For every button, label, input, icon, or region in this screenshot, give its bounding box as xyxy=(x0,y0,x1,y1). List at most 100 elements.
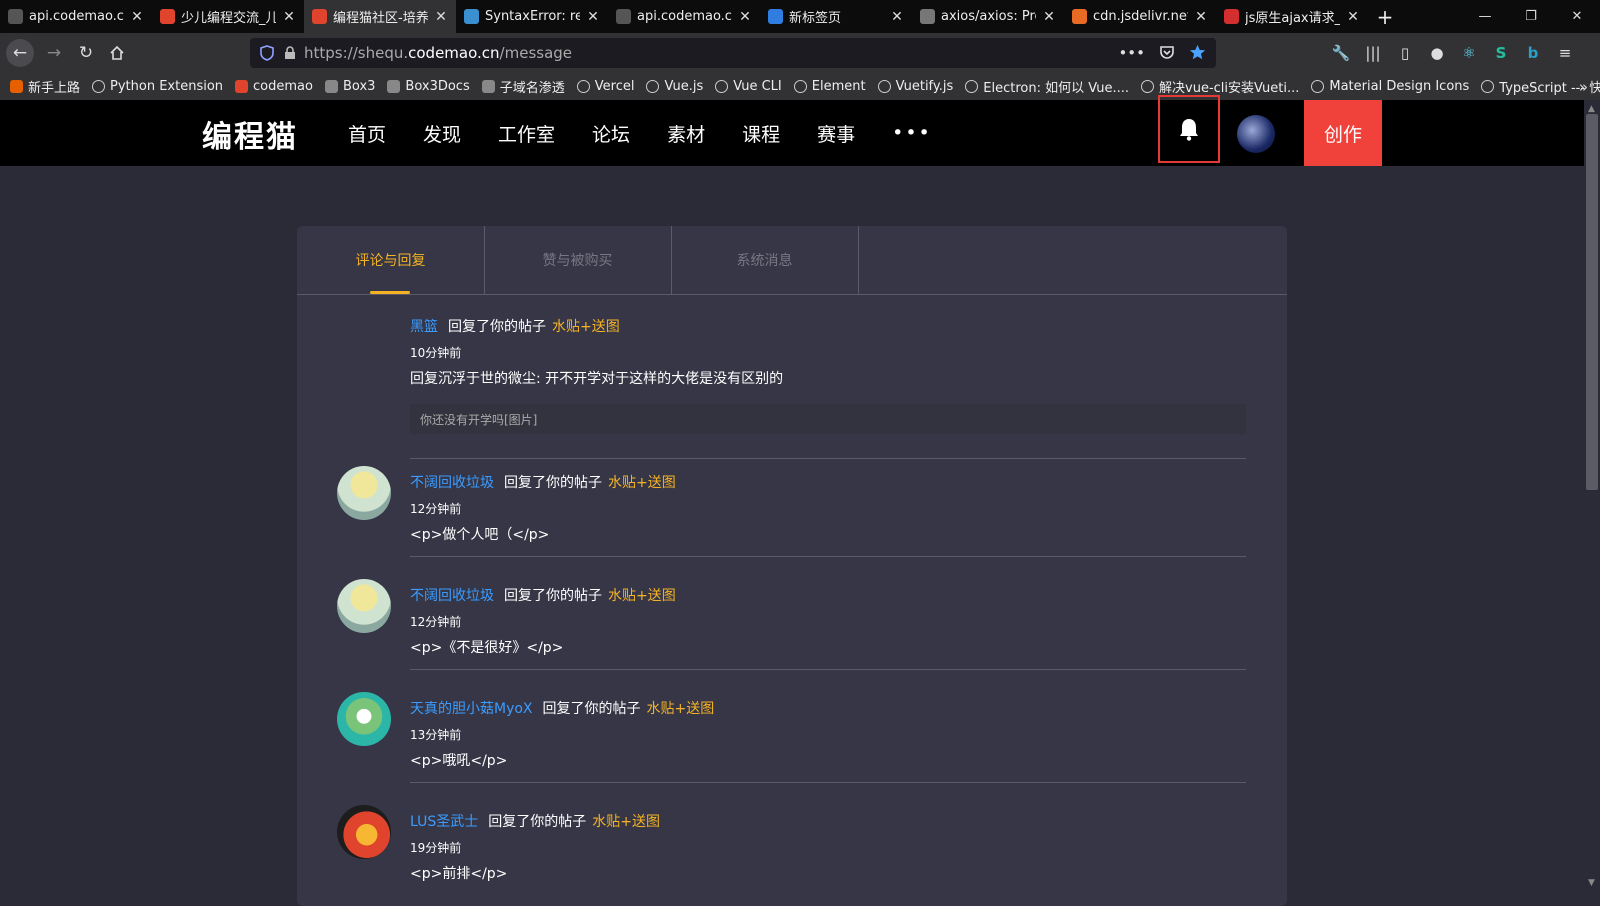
close-tab-icon[interactable]: ✕ xyxy=(282,9,296,25)
close-tab-icon[interactable]: ✕ xyxy=(1346,9,1360,25)
reload-button[interactable]: ↻ xyxy=(72,39,100,67)
browser-tab[interactable]: axios/axios: Pro ✕ xyxy=(912,0,1064,33)
favicon-icon xyxy=(1224,9,1239,24)
page-actions-icon[interactable]: ••• xyxy=(1118,44,1145,62)
close-window-button[interactable]: ✕ xyxy=(1554,0,1600,33)
url-bar[interactable]: https://shequ. codemao.cn/message ••• xyxy=(250,38,1216,68)
close-tab-icon[interactable]: ✕ xyxy=(738,9,752,25)
nav-item[interactable]: 赛事 xyxy=(817,120,855,147)
bookmark-item[interactable]: Box3 xyxy=(324,79,375,94)
browser-tab-title: 少儿编程交流_儿 xyxy=(181,11,276,26)
browser-tab[interactable]: 编程猫社区-培养 ✕ xyxy=(304,0,456,33)
react-devtools-icon[interactable]: ⚛ xyxy=(1460,39,1478,67)
scroll-up-icon[interactable]: ▲ xyxy=(1588,104,1595,114)
bookmark-label: Vercel xyxy=(594,79,635,94)
notification-button[interactable] xyxy=(1158,95,1220,163)
browser-tab[interactable]: js原生ajax请求_ ✕ xyxy=(1216,0,1368,33)
message-username[interactable]: 黑篮 xyxy=(410,319,438,335)
bookmark-item[interactable]: Vue CLI xyxy=(715,79,782,94)
bookmark-item[interactable]: Element xyxy=(793,79,866,94)
tab-comments-replies[interactable]: 评论与回复 xyxy=(297,226,485,294)
message-username[interactable]: LUS圣武士 xyxy=(410,814,478,830)
new-tab-button[interactable]: + xyxy=(1368,0,1402,33)
message-quote: 你还没有开学吗[图片] xyxy=(410,404,1246,434)
bookmark-item[interactable]: codemao xyxy=(235,79,313,94)
tab-system-messages[interactable]: 系统消息 xyxy=(671,226,859,294)
avatar[interactable] xyxy=(337,692,391,746)
library-icon[interactable]: ||| xyxy=(1364,39,1382,67)
back-button[interactable]: ← xyxy=(6,39,34,67)
scrollbar-thumb[interactable] xyxy=(1586,114,1598,490)
globe-icon xyxy=(877,80,891,93)
close-tab-icon[interactable]: ✕ xyxy=(434,9,448,25)
bookmark-star-icon[interactable] xyxy=(1189,44,1206,61)
nav-item[interactable]: 论坛 xyxy=(592,120,630,147)
menu-icon[interactable]: ≡ xyxy=(1556,39,1574,67)
message-post-link[interactable]: 水贴+送图 xyxy=(592,814,660,830)
nav-item[interactable]: 发现 xyxy=(423,120,461,147)
avatar[interactable] xyxy=(337,579,391,633)
message-post-link[interactable]: 水贴+送图 xyxy=(608,588,676,604)
nav-more-icon[interactable]: ••• xyxy=(892,122,932,144)
bookmark-item[interactable]: Vuetify.js xyxy=(877,79,953,94)
bookmark-label: 新手上路 xyxy=(28,81,81,96)
bookmark-item[interactable]: Electron: 如何以 Vue.... xyxy=(965,77,1129,96)
close-tab-icon[interactable]: ✕ xyxy=(130,9,144,25)
user-avatar[interactable] xyxy=(1237,115,1275,153)
bookmarks-overflow-icon[interactable]: » xyxy=(1579,78,1588,96)
close-tab-icon[interactable]: ✕ xyxy=(1042,9,1056,25)
bookmark-item[interactable]: Vue.js xyxy=(646,79,703,94)
bookmark-label: Electron: 如何以 Vue.... xyxy=(983,81,1130,96)
nav-item[interactable]: 工作室 xyxy=(498,120,555,147)
bookmark-label: Box3Docs xyxy=(405,79,470,94)
nav-item[interactable]: 课程 xyxy=(742,120,780,147)
nav-item[interactable]: 首页 xyxy=(348,120,386,147)
browser-tab[interactable]: cdn.jsdelivr.net/ ✕ xyxy=(1064,0,1216,33)
wrench-icon[interactable]: 🔧 xyxy=(1332,39,1351,67)
bookmark-item[interactable]: Python Extension xyxy=(92,79,223,94)
box3docs-icon xyxy=(387,80,401,93)
message-post-link[interactable]: 水贴+送图 xyxy=(647,701,715,717)
shield-icon xyxy=(260,45,274,61)
url-path: /message xyxy=(499,44,573,62)
avatar[interactable] xyxy=(337,466,391,520)
message-username[interactable]: 不阔回收垃圾 xyxy=(410,588,494,604)
close-tab-icon[interactable]: ✕ xyxy=(586,9,600,25)
nav-item[interactable]: 素材 xyxy=(667,120,705,147)
minimize-button[interactable]: — xyxy=(1462,0,1508,33)
message-username[interactable]: 不阔回收垃圾 xyxy=(410,475,494,491)
close-tab-icon[interactable]: ✕ xyxy=(890,9,904,25)
home-button[interactable] xyxy=(103,39,131,67)
browser-tab[interactable]: 新标签页 ✕ xyxy=(760,0,912,33)
browser-tab[interactable]: SyntaxError: red ✕ xyxy=(456,0,608,33)
favicon-icon xyxy=(160,9,175,24)
bookmark-label: codemao xyxy=(253,79,313,94)
browser-tab[interactable]: api.codemao.cn/wel ✕ xyxy=(0,0,152,33)
bookmark-item[interactable]: 解决vue-cli安装Vueti... xyxy=(1141,77,1299,96)
close-tab-icon[interactable]: ✕ xyxy=(1194,9,1208,25)
restore-button[interactable]: ❐ xyxy=(1508,0,1554,33)
bookmark-item[interactable]: 新手上路 xyxy=(10,77,80,96)
bookmark-item[interactable]: Material Design Icons xyxy=(1311,79,1469,94)
browser-tab[interactable]: 少儿编程交流_儿 ✕ xyxy=(152,0,304,33)
avatar[interactable] xyxy=(337,805,391,859)
browser-tab[interactable]: api.codemao.cn/wel ✕ xyxy=(608,0,760,33)
bookmark-item[interactable]: Box3Docs xyxy=(387,79,470,94)
create-button[interactable]: 创作 xyxy=(1304,100,1382,166)
bing-icon[interactable]: b xyxy=(1524,39,1542,67)
tab-likes-purchases[interactable]: 赞与被购买 xyxy=(484,226,672,294)
bookmark-item[interactable]: 子域名渗透 xyxy=(481,77,565,96)
extension-s-icon[interactable]: S xyxy=(1492,39,1510,67)
message-post-link[interactable]: 水贴+送图 xyxy=(552,319,620,335)
bookmark-item[interactable]: Vercel xyxy=(576,79,635,94)
forward-button[interactable]: → xyxy=(40,39,68,67)
message-post-link[interactable]: 水贴+送图 xyxy=(608,475,676,491)
message-username[interactable]: 天真的胆小菇MyoX xyxy=(410,701,533,717)
site-logo[interactable]: 编程猫 xyxy=(202,112,298,156)
scroll-down-icon[interactable]: ▼ xyxy=(1588,878,1595,888)
account-icon[interactable]: ● xyxy=(1428,39,1446,67)
pocket-icon[interactable] xyxy=(1159,44,1175,60)
page-scrollbar[interactable]: ▲ ▼ xyxy=(1584,100,1600,900)
sidebar-icon[interactable]: ▯ xyxy=(1396,39,1414,67)
favicon-icon xyxy=(616,9,631,24)
